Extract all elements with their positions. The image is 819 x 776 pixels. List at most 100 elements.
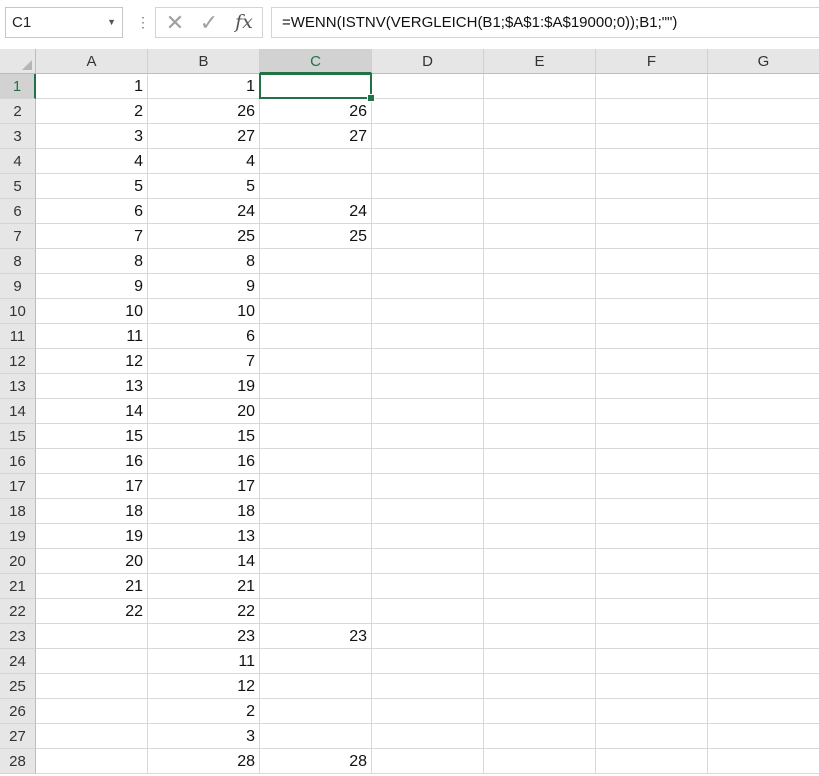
cell-b2[interactable]: 26 bbox=[148, 99, 260, 124]
cell-a19[interactable]: 19 bbox=[36, 524, 148, 549]
cell-c12[interactable] bbox=[260, 349, 372, 374]
cell-f20[interactable] bbox=[596, 549, 708, 574]
cell-a28[interactable] bbox=[36, 749, 148, 774]
cell-e9[interactable] bbox=[484, 274, 596, 299]
cell-d3[interactable] bbox=[372, 124, 484, 149]
row-header-27[interactable]: 27 bbox=[0, 724, 36, 749]
cell-e16[interactable] bbox=[484, 449, 596, 474]
cell-a11[interactable]: 11 bbox=[36, 324, 148, 349]
cell-c10[interactable] bbox=[260, 299, 372, 324]
cell-g22[interactable] bbox=[708, 599, 819, 624]
cell-e13[interactable] bbox=[484, 374, 596, 399]
cell-c2[interactable]: 26 bbox=[260, 99, 372, 124]
cell-b20[interactable]: 14 bbox=[148, 549, 260, 574]
row-header-24[interactable]: 24 bbox=[0, 649, 36, 674]
cell-c19[interactable] bbox=[260, 524, 372, 549]
cell-d22[interactable] bbox=[372, 599, 484, 624]
cell-g27[interactable] bbox=[708, 724, 819, 749]
formula-input[interactable]: =WENN(ISTNV(VERGLEICH(B1;$A$1:$A$19000;0… bbox=[271, 7, 819, 38]
cell-c24[interactable] bbox=[260, 649, 372, 674]
cell-f18[interactable] bbox=[596, 499, 708, 524]
cell-d4[interactable] bbox=[372, 149, 484, 174]
cell-e2[interactable] bbox=[484, 99, 596, 124]
cell-c1[interactable] bbox=[260, 74, 372, 99]
cell-d5[interactable] bbox=[372, 174, 484, 199]
row-header-7[interactable]: 7 bbox=[0, 224, 36, 249]
cell-c21[interactable] bbox=[260, 574, 372, 599]
cell-g7[interactable] bbox=[708, 224, 819, 249]
chevron-down-icon[interactable]: ▼ bbox=[107, 8, 116, 37]
cell-a13[interactable]: 13 bbox=[36, 374, 148, 399]
cell-f16[interactable] bbox=[596, 449, 708, 474]
cell-d18[interactable] bbox=[372, 499, 484, 524]
row-header-15[interactable]: 15 bbox=[0, 424, 36, 449]
cell-a7[interactable]: 7 bbox=[36, 224, 148, 249]
cell-b23[interactable]: 23 bbox=[148, 624, 260, 649]
cell-f9[interactable] bbox=[596, 274, 708, 299]
cell-f23[interactable] bbox=[596, 624, 708, 649]
cell-a18[interactable]: 18 bbox=[36, 499, 148, 524]
column-header-e[interactable]: E bbox=[484, 49, 596, 74]
column-header-c[interactable]: C bbox=[260, 49, 372, 74]
cell-d9[interactable] bbox=[372, 274, 484, 299]
row-header-2[interactable]: 2 bbox=[0, 99, 36, 124]
cell-g25[interactable] bbox=[708, 674, 819, 699]
cell-e6[interactable] bbox=[484, 199, 596, 224]
cell-d10[interactable] bbox=[372, 299, 484, 324]
cell-g14[interactable] bbox=[708, 399, 819, 424]
cell-a12[interactable]: 12 bbox=[36, 349, 148, 374]
cell-b25[interactable]: 12 bbox=[148, 674, 260, 699]
cell-c18[interactable] bbox=[260, 499, 372, 524]
cell-b22[interactable]: 22 bbox=[148, 599, 260, 624]
cell-e11[interactable] bbox=[484, 324, 596, 349]
cell-c27[interactable] bbox=[260, 724, 372, 749]
cell-g15[interactable] bbox=[708, 424, 819, 449]
cell-f26[interactable] bbox=[596, 699, 708, 724]
row-header-13[interactable]: 13 bbox=[0, 374, 36, 399]
row-header-28[interactable]: 28 bbox=[0, 749, 36, 774]
cell-a5[interactable]: 5 bbox=[36, 174, 148, 199]
cell-c8[interactable] bbox=[260, 249, 372, 274]
column-header-b[interactable]: B bbox=[148, 49, 260, 74]
row-header-11[interactable]: 11 bbox=[0, 324, 36, 349]
cell-g12[interactable] bbox=[708, 349, 819, 374]
row-header-9[interactable]: 9 bbox=[0, 274, 36, 299]
cell-f24[interactable] bbox=[596, 649, 708, 674]
cell-a25[interactable] bbox=[36, 674, 148, 699]
cell-g18[interactable] bbox=[708, 499, 819, 524]
cell-g26[interactable] bbox=[708, 699, 819, 724]
cell-b8[interactable]: 8 bbox=[148, 249, 260, 274]
cell-a6[interactable]: 6 bbox=[36, 199, 148, 224]
row-header-25[interactable]: 25 bbox=[0, 674, 36, 699]
row-header-21[interactable]: 21 bbox=[0, 574, 36, 599]
cell-c9[interactable] bbox=[260, 274, 372, 299]
cell-g17[interactable] bbox=[708, 474, 819, 499]
row-header-10[interactable]: 10 bbox=[0, 299, 36, 324]
cell-g24[interactable] bbox=[708, 649, 819, 674]
row-header-8[interactable]: 8 bbox=[0, 249, 36, 274]
cell-a3[interactable]: 3 bbox=[36, 124, 148, 149]
cell-c22[interactable] bbox=[260, 599, 372, 624]
cell-e12[interactable] bbox=[484, 349, 596, 374]
cell-e28[interactable] bbox=[484, 749, 596, 774]
column-header-d[interactable]: D bbox=[372, 49, 484, 74]
cell-e4[interactable] bbox=[484, 149, 596, 174]
row-header-12[interactable]: 12 bbox=[0, 349, 36, 374]
cell-e18[interactable] bbox=[484, 499, 596, 524]
cell-c16[interactable] bbox=[260, 449, 372, 474]
cell-g20[interactable] bbox=[708, 549, 819, 574]
cell-a4[interactable]: 4 bbox=[36, 149, 148, 174]
cell-e20[interactable] bbox=[484, 549, 596, 574]
cell-d16[interactable] bbox=[372, 449, 484, 474]
row-header-16[interactable]: 16 bbox=[0, 449, 36, 474]
cell-a26[interactable] bbox=[36, 699, 148, 724]
cell-f5[interactable] bbox=[596, 174, 708, 199]
cell-b18[interactable]: 18 bbox=[148, 499, 260, 524]
cell-f21[interactable] bbox=[596, 574, 708, 599]
cell-a10[interactable]: 10 bbox=[36, 299, 148, 324]
cell-c23[interactable]: 23 bbox=[260, 624, 372, 649]
cell-b12[interactable]: 7 bbox=[148, 349, 260, 374]
cell-e22[interactable] bbox=[484, 599, 596, 624]
row-header-3[interactable]: 3 bbox=[0, 124, 36, 149]
cell-a9[interactable]: 9 bbox=[36, 274, 148, 299]
